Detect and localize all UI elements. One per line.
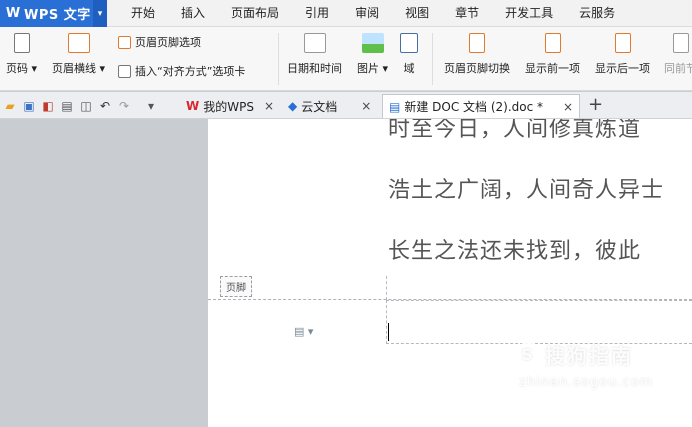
body-text-line[interactable]: 长生之法还未找到，彼此 [388,233,641,265]
margin-guide [386,276,387,300]
arrow-right-icon [614,33,631,53]
header-footer-options-button[interactable]: 页眉页脚选项 [118,34,201,50]
tab-page-layout[interactable]: 页面布局 [218,0,292,27]
wps-logo-icon: W [5,6,21,21]
menu-tabs: 开始 插入 页面布局 引用 审阅 视图 章节 开发工具 云服务 [118,0,628,27]
field-label: 域 [403,62,415,75]
close-icon[interactable]: × [361,99,371,113]
show-previous-button[interactable]: 显示前一项 [525,27,580,76]
header-line-button[interactable]: 页眉横线 ▾ [52,27,105,76]
date-time-label: 日期和时间 [287,62,342,75]
tab-label: 我的WPS [203,99,254,114]
header-footer-options-label: 页眉页脚选项 [135,36,201,49]
close-icon[interactable]: × [563,100,573,114]
show-next-label: 显示后一项 [595,62,650,75]
document-tabs-bar: ▰ ▣ ◧ ▤ ◫ ↶ ↷ ▾ W 我的WPS × ◆ 云文档 × ▤ 新建 D… [0,92,692,119]
footer-area[interactable] [386,300,692,344]
export-pdf-icon[interactable]: ◧ [40,98,56,114]
tab-cloud-docs[interactable]: ◆ 云文档 × [282,94,377,118]
insert-align-tab-label: 插入“对齐方式”选项卡 [135,65,246,78]
body-text-line[interactable]: 浩土之广阔，人间奇人异士 [388,172,664,204]
redo-icon[interactable]: ↷ [116,98,132,114]
picture-icon [361,33,384,53]
switch-header-footer-button[interactable]: 页眉页脚切换 [444,27,510,76]
page-number-button[interactable]: 页码 ▾ [6,27,37,76]
same-as-previous-button[interactable]: 同前节 [664,27,692,76]
link-icon [672,33,689,53]
wps-logo-icon: W [186,99,200,113]
header-line-label: 页眉横线 [52,62,96,75]
watermark-sub: zhinan.sogou.com [519,375,654,390]
quick-access-toolbar: ▰ ▣ ◧ ▤ ◫ ↶ ↷ ▾ [2,92,162,119]
paste-options-icon[interactable]: ▤ ▾ [294,325,313,338]
undo-icon[interactable]: ↶ [97,98,113,114]
switch-icon [469,33,485,53]
close-icon[interactable]: × [264,99,274,113]
page-number-icon [13,33,30,53]
workspace-margin [0,119,208,427]
footer-label: 页脚 [220,276,252,297]
ribbon: 页码 ▾ 页眉横线 ▾ 页眉页脚选项 插入“对齐方式”选项卡 日期和时间 图片 … [0,27,692,91]
tab-view[interactable]: 视图 [392,0,442,27]
text-cursor [388,323,389,341]
tab-label: 云文档 [301,99,338,114]
picture-button[interactable]: 图片 ▾ [357,27,388,76]
print-preview-icon[interactable]: ◫ [78,98,94,114]
field-icon [400,33,418,53]
print-icon[interactable]: ▤ [59,98,75,114]
save-icon[interactable]: ▣ [21,98,37,114]
insert-tab-icon [118,64,131,78]
date-time-button[interactable]: 日期和时间 [287,27,342,76]
tab-current-document[interactable]: ▤ 新建 DOC 文档 (2).doc * × [382,94,581,118]
document-icon: ▤ [389,99,401,114]
options-icon [118,35,131,49]
show-previous-label: 显示前一项 [525,62,580,75]
tab-insert[interactable]: 插入 [168,0,218,27]
body-text-line[interactable]: 时至今日，人间修真炼道 [388,119,641,143]
chevron-down-icon[interactable]: ▾ [93,0,107,27]
page-number-label: 页码 [6,62,28,75]
customize-toolbar-icon[interactable]: ▾ [143,98,159,114]
ribbon-separator [432,33,433,85]
insert-align-tab-button[interactable]: 插入“对齐方式”选项卡 [118,63,245,79]
watermark: S 搜狗指南 zhinan.sogou.com [515,340,685,400]
header-line-icon [67,33,90,53]
menu-bar: W WPS 文字 ▾ 开始 插入 页面布局 引用 审阅 视图 章节 开发工具 云… [0,0,692,27]
sogou-logo-icon: S [515,341,541,368]
calendar-icon [303,33,326,53]
app-title: WPS 文字 [24,8,91,23]
cloud-cube-icon: ◆ [288,99,298,113]
switch-header-footer-label: 页眉页脚切换 [444,62,510,75]
tab-review[interactable]: 审阅 [342,0,392,27]
show-next-button[interactable]: 显示后一项 [595,27,650,76]
ribbon-separator [278,33,279,85]
watermark-main: 搜狗指南 [545,344,633,368]
arrow-left-icon [544,33,561,53]
open-folder-icon[interactable]: ▰ [2,98,18,114]
app-menu-button[interactable]: W WPS 文字 ▾ [0,0,107,27]
tab-sections[interactable]: 章节 [442,0,492,27]
tab-references[interactable]: 引用 [292,0,342,27]
new-tab-icon[interactable]: + [588,92,603,119]
tab-developer[interactable]: 开发工具 [492,0,566,27]
tab-my-wps[interactable]: W 我的WPS × [180,94,280,118]
field-button[interactable]: 域 [400,27,418,76]
tab-cloud-service[interactable]: 云服务 [566,0,628,27]
picture-label: 图片 [357,62,379,75]
tab-label: 新建 DOC 文档 (2).doc * [404,100,544,114]
tab-start[interactable]: 开始 [118,0,168,27]
same-as-previous-label: 同前节 [664,62,692,75]
